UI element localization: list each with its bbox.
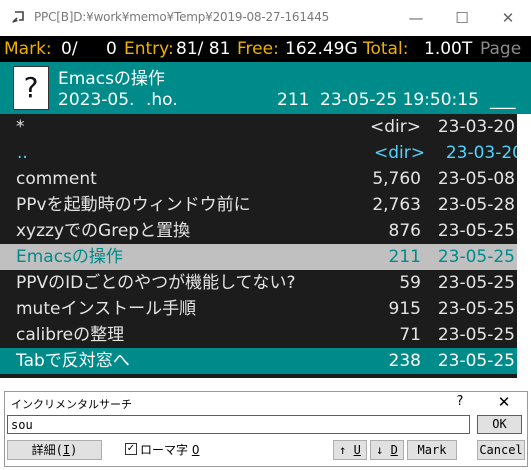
file-date: 23-05-25: [437, 221, 515, 241]
info-size: 211: [277, 90, 310, 110]
file-list[interactable]: * <dir> 23-03-20 .. <dir> 23-03-20 comme…: [0, 114, 531, 378]
file-date: 23-05-28: [437, 195, 515, 215]
file-name: calibreの整理: [16, 325, 125, 345]
scrollbar[interactable]: [517, 114, 531, 378]
list-item[interactable]: comment 5,760 23-05-08: [0, 166, 517, 192]
app-icon: [12, 11, 24, 23]
file-name: muteインストール手順: [16, 299, 197, 319]
current-file-name: Emacsの操作: [58, 69, 165, 89]
file-name: ..: [17, 143, 28, 163]
down-arrow-icon: ↓: [376, 443, 384, 457]
romaji-checkbox-label[interactable]: ローマ字 0: [140, 441, 199, 458]
list-item[interactable]: muteインストール手順 915 23-05-25: [0, 296, 517, 322]
search-down-button[interactable]: ↓ D: [370, 440, 404, 460]
list-item[interactable]: calibreの整理 71 23-05-25: [0, 322, 517, 348]
file-size: 71: [399, 325, 421, 345]
maximize-button[interactable]: ☐: [439, 0, 485, 36]
window-title: PPC[B]D:¥work¥memo¥Temp¥2019-08-27-16144…: [34, 10, 330, 24]
file-size: 238: [388, 351, 421, 371]
dialog-close-button[interactable]: ✕: [495, 393, 513, 411]
file-name: PPvを起動時のウィンドウ前に: [16, 195, 251, 215]
cancel-button[interactable]: Cancel: [477, 440, 525, 460]
title-bar: PPC[B]D:¥work¥memo¥Temp¥2019-08-27-16144…: [0, 0, 531, 36]
file-name: *: [16, 117, 25, 137]
file-name: Tabで反対窓へ: [16, 351, 130, 371]
file-info-header: ? Emacsの操作 2023-05. .ho. 211 23-05-25 19…: [0, 62, 531, 114]
file-size: <dir>: [370, 117, 421, 137]
file-name: xyzzyでのGrepと置換: [16, 221, 191, 241]
list-item[interactable]: PPvを起動時のウィンドウ前に 2,763 23-05-28: [0, 192, 517, 218]
down-key: D: [390, 443, 398, 457]
list-item-parent-dir[interactable]: .. <dir> 23-03-20: [0, 140, 523, 166]
status-bar: Mark: 0/ 0 Entry: 81/ 81 Free: 162.49G T…: [0, 36, 531, 62]
file-date: 23-05-08: [437, 169, 515, 189]
file-size: 915: [388, 299, 421, 319]
search-input[interactable]: [7, 415, 470, 434]
entry-value: 81/ 81: [176, 39, 231, 59]
help-button[interactable]: ?: [453, 394, 467, 409]
file-size: 2,763: [372, 195, 421, 215]
file-date: 23-05-25: [437, 351, 515, 371]
unknown-file-icon: ?: [13, 66, 49, 110]
page-label: Page: [480, 39, 522, 59]
free-label: Free:: [237, 39, 279, 59]
romaji-label: ローマ字: [140, 443, 189, 457]
file-date: 23-03-20: [445, 143, 523, 163]
mark-count: 0: [106, 39, 117, 59]
list-item[interactable]: * <dir> 23-03-20: [0, 114, 517, 140]
info-ext: .ho.: [146, 90, 178, 110]
file-date: 23-05-25: [437, 325, 515, 345]
file-size: <dir>: [374, 143, 425, 163]
mark-value: 0/: [61, 39, 78, 59]
info-date: 2023-05.: [58, 90, 135, 110]
up-key: U: [353, 443, 361, 457]
file-size: 59: [399, 273, 421, 293]
incremental-search-dialog: インクリメンタルサーチ ? ✕ OK 詳細(I) ✓ ローマ字 0 ↑ U ↓ …: [4, 391, 528, 467]
detail-tail: ): [70, 443, 78, 457]
list-item[interactable]: xyzzyでのGrepと置換 876 23-05-25: [0, 218, 517, 244]
file-date: 23-05-25: [437, 247, 515, 267]
entry-label: Entry:: [124, 39, 174, 59]
free-value: 162.49G: [285, 39, 358, 59]
file-date: 23-05-25: [437, 299, 515, 319]
romaji-checkbox[interactable]: ✓: [125, 443, 137, 455]
file-date: 23-03-20: [437, 117, 515, 137]
romaji-key: 0: [191, 443, 200, 457]
file-date: 23-05-25: [437, 273, 515, 293]
total-label: Total:: [363, 39, 409, 59]
file-size: 876: [388, 221, 421, 241]
list-item-selected[interactable]: Emacsの操作 211 23-05-25: [0, 244, 517, 270]
list-item-marked[interactable]: Tabで反対窓へ 238 23-05-25: [0, 348, 517, 374]
mark-button[interactable]: Mark: [407, 440, 457, 460]
file-size: 5,760: [372, 169, 421, 189]
dialog-title: インクリメンタルサーチ: [11, 398, 132, 411]
total-value: 1.00T: [424, 39, 473, 59]
info-tail: ___: [490, 90, 516, 110]
up-arrow-icon: ↑: [339, 443, 347, 457]
detail-button[interactable]: 詳細(I): [7, 440, 102, 460]
file-name: Emacsの操作: [16, 247, 123, 267]
minimize-button[interactable]: —: [393, 0, 439, 36]
mark-label: Mark:: [4, 39, 52, 59]
list-item[interactable]: PPVのIDごとのやつが機能してない? 59 23-05-25: [0, 270, 517, 296]
file-name: PPVのIDごとのやつが機能してない?: [16, 273, 296, 293]
search-up-button[interactable]: ↑ U: [333, 440, 367, 460]
ok-button[interactable]: OK: [477, 415, 522, 434]
file-name: comment: [16, 169, 97, 189]
file-size: 211: [388, 247, 421, 267]
info-timestamp: 23-05-25 19:50:15: [320, 90, 479, 110]
close-button[interactable]: ✕: [485, 0, 531, 36]
detail-label: 詳細(: [31, 443, 63, 457]
